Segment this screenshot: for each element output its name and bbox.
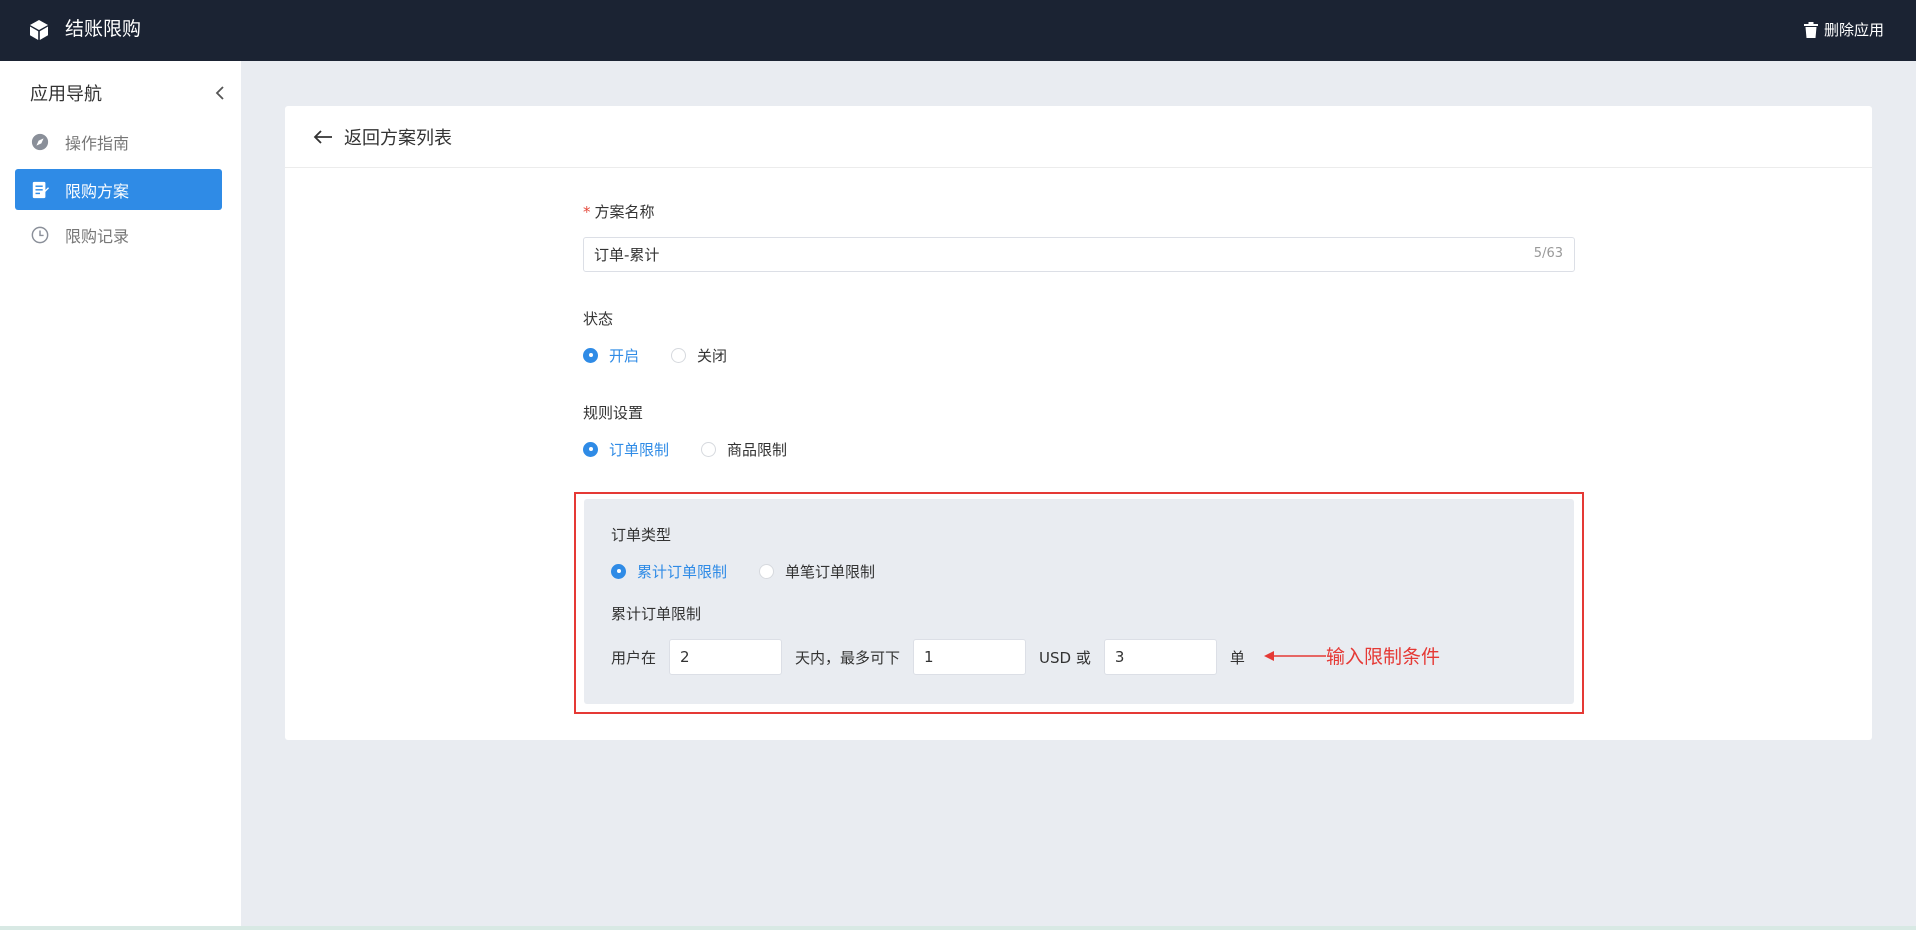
annotation-text: 输入限制条件 — [1326, 646, 1441, 668]
clock-icon — [30, 225, 50, 245]
required-asterisk: * — [583, 203, 591, 221]
sidebar-item-record[interactable]: 限购记录 — [15, 214, 222, 255]
cube-logo-icon — [30, 20, 48, 40]
arrow-left-red-icon — [1264, 650, 1326, 661]
radio-checked-icon — [583, 441, 598, 457]
arrow-left-icon — [313, 129, 332, 144]
plan-name-input[interactable] — [584, 238, 1574, 271]
delete-app-button[interactable]: 删除应用 — [1803, 19, 1884, 41]
sidebar-item-plan[interactable]: 限购方案 — [15, 169, 222, 210]
sidebar-item-label: 限购方案 — [65, 181, 130, 201]
compass-icon — [30, 132, 50, 152]
radio-unchecked-icon — [671, 347, 687, 363]
bottom-divider — [0, 926, 1916, 930]
back-label: 返回方案列表 — [344, 127, 452, 149]
trash-icon — [1803, 22, 1818, 38]
document-icon — [30, 180, 50, 200]
status-off-radio[interactable]: 关闭 — [671, 345, 727, 366]
rule-settings-label: 规则设置 — [583, 404, 644, 422]
plan-form: *方案名称 5/63 状态 开启 关闭 规则设置 — [583, 202, 1575, 460]
order-limit-radio[interactable]: 订单限制 — [583, 439, 669, 460]
plan-name-field[interactable]: 5/63 — [583, 237, 1575, 272]
status-radio-group: 开启 关闭 — [583, 344, 1575, 366]
sidebar-title: 应用导航 — [30, 84, 102, 105]
delete-app-label: 删除应用 — [1823, 21, 1884, 39]
app-title: 结账限购 — [65, 18, 142, 40]
sidebar: 应用导航 操作指南 限购方案 限购记录 — [0, 61, 241, 930]
status-on-radio[interactable]: 开启 — [583, 345, 639, 366]
annotation-highlight-box — [574, 492, 1584, 714]
char-counter: 5/63 — [1533, 246, 1563, 261]
sidebar-item-label: 限购记录 — [65, 226, 130, 246]
product-limit-radio[interactable]: 商品限制 — [701, 439, 787, 460]
radio-checked-icon — [583, 347, 598, 363]
rule-radio-group: 订单限制 商品限制 — [583, 438, 1575, 460]
radio-unchecked-icon — [701, 441, 717, 457]
status-label: 状态 — [583, 310, 614, 328]
sidebar-item-label: 操作指南 — [65, 133, 130, 153]
top-bar: 结账限购 删除应用 — [0, 0, 1916, 61]
sidebar-item-guide[interactable]: 操作指南 — [15, 121, 222, 162]
chevron-left-icon[interactable] — [210, 81, 230, 105]
back-to-list-button[interactable]: 返回方案列表 — [285, 106, 1872, 168]
annotation: 输入限制条件 — [1262, 642, 1440, 669]
plan-name-label: * 方案名称 — [583, 203, 655, 221]
